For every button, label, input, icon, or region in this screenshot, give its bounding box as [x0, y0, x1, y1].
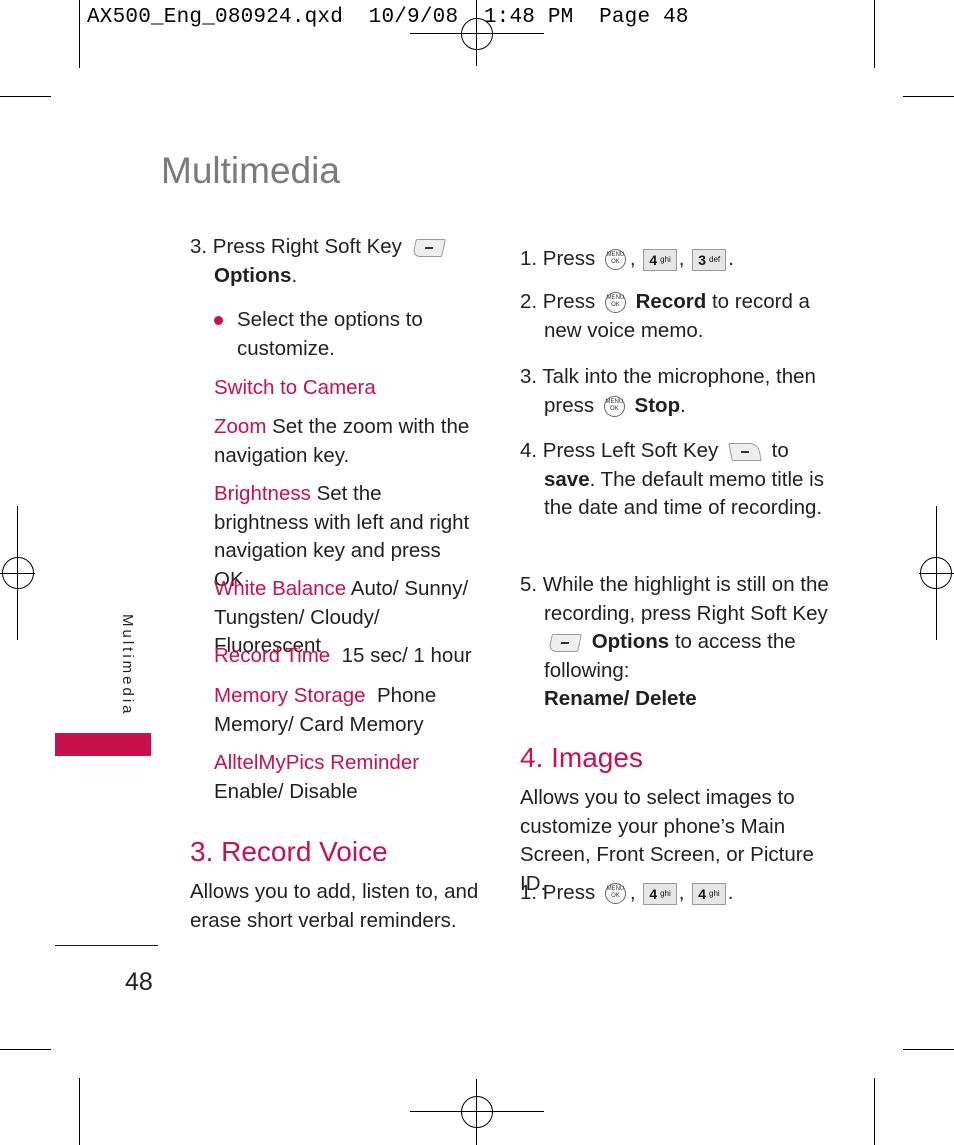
- option-label: White Balance: [214, 577, 347, 600]
- option-memory-storage: Memory Storage Phone Memory/ Card Memory: [214, 682, 454, 739]
- step-text: 4. Press Left Soft Key: [520, 439, 719, 462]
- page-title: Multimedia: [161, 150, 340, 191]
- section-heading-images: 4. Images: [520, 742, 643, 773]
- menu-ok-key-icon: MENU OK: [603, 395, 625, 417]
- option-label: Memory Storage: [214, 684, 366, 707]
- menu-ok-key-icon: MENU OK: [604, 249, 626, 271]
- key-4-icon: 4 ghi: [643, 248, 677, 271]
- rv-step-5: 5. While the highlight is still on the r…: [520, 571, 844, 714]
- registration-circle: [2, 557, 34, 589]
- registration-circle: [920, 557, 952, 589]
- rv-step-3: 3. Talk into the microphone, then press …: [520, 363, 844, 420]
- menu-ok-key-icon: MENU OK: [604, 292, 626, 314]
- step-text: to: [771, 439, 789, 462]
- record-voice-description: Allows you to add, listen to, and erase …: [190, 880, 479, 932]
- option-label: Switch to Camera: [214, 376, 376, 399]
- images-step-1: 1. Press MENU OK, 4 ghi, 4 ghi.: [520, 881, 734, 905]
- rv-step-4: 4. Press Left Soft Key to save. The defa…: [520, 437, 844, 523]
- crop-mark: [79, 0, 80, 68]
- option-switch-to-camera: Switch to Camera: [214, 374, 479, 403]
- stop-label: Stop: [634, 393, 681, 417]
- right-soft-key-icon: [548, 633, 582, 652]
- crop-mark: [0, 96, 51, 97]
- option-label: Brightness: [214, 482, 311, 505]
- bullet-text: Select the options to customize.: [237, 308, 423, 360]
- page-number-rule: [55, 945, 158, 946]
- save-label: save: [544, 467, 590, 491]
- printer-slug: AX500_Eng_080924.qxd 10/9/08 1:48 PM Pag…: [87, 6, 689, 29]
- bullet-select-options: Select the options to customize.: [214, 306, 454, 363]
- key-4-icon: 4 ghi: [692, 882, 726, 905]
- section-heading-record-voice: 3. Record Voice: [190, 836, 388, 867]
- rv-step-1: 1. Press MENU OK, 4 ghi, 3 def.: [520, 247, 734, 271]
- rename-delete-label: Rename/ Delete: [544, 687, 697, 710]
- option-desc: 15 sec/ 1 hour: [341, 644, 472, 667]
- options-label: Options: [591, 630, 670, 653]
- menu-ok-key-icon: MENU OK: [604, 883, 626, 905]
- option-label: Zoom: [214, 415, 267, 438]
- option-label: Record Time: [214, 644, 331, 667]
- step-3-options: 3. Press Right Soft Key Options.: [190, 233, 480, 290]
- right-soft-key-icon: [411, 238, 446, 257]
- crop-mark: [874, 0, 875, 68]
- option-alltelmypics-reminder: AlltelMyPics Reminder Enable/ Disable: [214, 749, 489, 806]
- option-zoom: Zoom Set the zoom with the navigation ke…: [214, 413, 479, 470]
- bullet-icon: [214, 316, 223, 325]
- step-text: 5. While the highlight is still on the r…: [520, 573, 829, 625]
- key-3-icon: 3 def: [692, 248, 727, 271]
- option-label: AlltelMyPics Reminder: [214, 751, 420, 774]
- registration-circle: [461, 18, 493, 50]
- side-tab-label: Multimedia: [119, 614, 136, 717]
- crop-mark: [903, 96, 954, 97]
- record-label: Record: [635, 290, 707, 313]
- crop-mark: [0, 1049, 51, 1050]
- option-record-time: Record Time 15 sec/ 1 hour: [214, 642, 479, 671]
- crop-mark: [79, 1078, 80, 1145]
- crop-mark: [903, 1049, 954, 1050]
- step-text: to access the following:: [544, 630, 796, 682]
- punctuation: .: [291, 263, 298, 287]
- key-4-icon: 4 ghi: [643, 882, 677, 905]
- registration-circle: [461, 1096, 493, 1128]
- option-desc: Enable/ Disable: [214, 779, 358, 803]
- step-text: 2. Press: [520, 290, 596, 313]
- punctuation: .: [680, 393, 686, 417]
- side-tab-bar: [55, 733, 151, 756]
- step-text: 1. Press: [520, 247, 596, 270]
- crop-mark: [874, 1078, 875, 1145]
- step-text: 1. Press: [520, 881, 596, 904]
- left-soft-key-icon: [728, 442, 762, 461]
- step-text: 3. Press Right Soft Key: [190, 235, 402, 258]
- options-label: Options: [214, 263, 292, 287]
- rv-step-2: 2. Press MENU OK Record to record a new v…: [520, 288, 844, 345]
- page-number: 48: [125, 968, 153, 996]
